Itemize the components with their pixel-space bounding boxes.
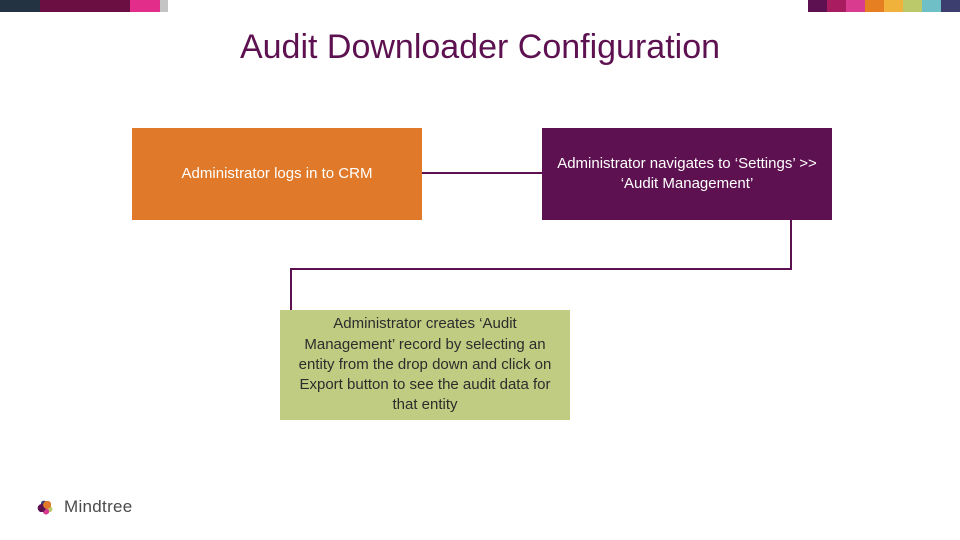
- bar-segment: [160, 0, 168, 12]
- top-accent-bar: [0, 0, 960, 12]
- bar-segment: [40, 0, 130, 12]
- step-box-1: Administrator logs in to CRM: [132, 128, 422, 220]
- step-1-text: Administrator logs in to CRM: [182, 164, 373, 184]
- connector-line: [290, 268, 792, 270]
- connector-line: [290, 268, 292, 310]
- step-2-text: Administrator navigates to ‘Settings’ >>…: [552, 154, 822, 195]
- step-box-3: Administrator creates ‘Audit Management’…: [280, 310, 570, 420]
- bar-segment: [0, 0, 40, 12]
- logo-icon: [34, 496, 56, 518]
- bar-segment: [130, 0, 160, 12]
- slide-title: Audit Downloader Configuration: [0, 28, 960, 67]
- connector-line: [790, 220, 792, 270]
- logo-text: Mindtree: [64, 497, 133, 517]
- bar-rainbow: [808, 0, 960, 12]
- step-3-text: Administrator creates ‘Audit Management’…: [290, 314, 560, 415]
- connector-line: [422, 172, 542, 174]
- footer-logo: Mindtree: [34, 496, 133, 518]
- step-box-2: Administrator navigates to ‘Settings’ >>…: [542, 128, 832, 220]
- bar-segment: [168, 0, 808, 12]
- slide: { "title": "Audit Downloader Configurati…: [0, 0, 960, 540]
